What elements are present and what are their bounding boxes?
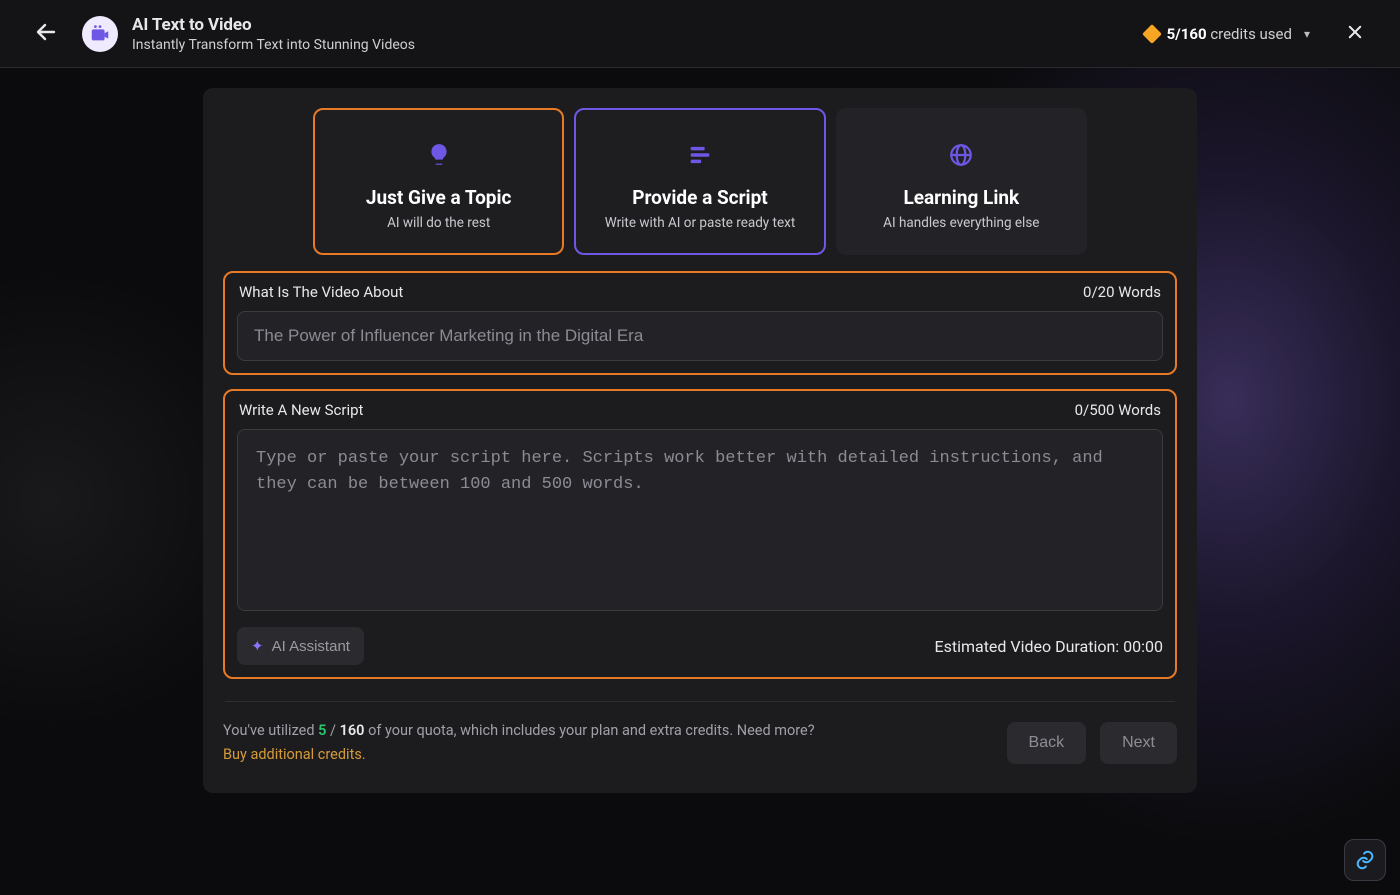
chevron-down-icon: ▾: [1304, 27, 1310, 41]
mode-card-topic[interactable]: Just Give a Topic AI will do the rest: [313, 108, 564, 255]
app-icon: [82, 16, 118, 52]
page-subtitle: Instantly Transform Text into Stunning V…: [132, 37, 415, 53]
quota-text: You've utilized 5 / 160 of your quota, w…: [223, 720, 815, 767]
mode-card-script[interactable]: Provide a Script Write with AI or paste …: [574, 108, 825, 255]
mode-sub: Write with AI or paste ready text: [594, 215, 805, 231]
mode-title: Learning Link: [856, 186, 1067, 209]
back-button[interactable]: Back: [1007, 722, 1087, 764]
divider: [225, 701, 1175, 702]
buy-credits-link[interactable]: Buy additional credits.: [223, 744, 815, 766]
ai-assistant-label: AI Assistant: [272, 638, 350, 655]
lightbulb-icon: [333, 138, 544, 172]
floating-link-badge[interactable]: [1344, 839, 1386, 881]
mode-selector: Just Give a Topic AI will do the rest Pr…: [223, 108, 1177, 255]
link-icon: [1354, 849, 1376, 871]
diamond-icon: [1142, 24, 1162, 44]
close-icon: [1346, 23, 1364, 41]
script-word-counter: 0/500 Words: [1075, 401, 1161, 419]
topic-field-block: What Is The Video About 0/20 Words: [223, 271, 1177, 375]
panel-footer: You've utilized 5 / 160 of your quota, w…: [223, 720, 1177, 767]
topic-word-counter: 0/20 Words: [1083, 283, 1161, 301]
sparkle-icon: ✦: [251, 637, 264, 655]
topbar: AI Text to Video Instantly Transform Tex…: [0, 0, 1400, 68]
script-textarea[interactable]: [237, 429, 1163, 611]
globe-icon: [856, 138, 1067, 172]
script-lines-icon: [594, 138, 805, 172]
topic-label: What Is The Video About: [239, 283, 403, 301]
mode-sub: AI handles everything else: [856, 215, 1067, 231]
credits-label: credits used: [1210, 25, 1292, 43]
ai-assistant-button[interactable]: ✦ AI Assistant: [237, 627, 364, 665]
mode-title: Provide a Script: [594, 186, 805, 209]
back-arrow-button[interactable]: [28, 14, 64, 53]
page-title: AI Text to Video: [132, 15, 415, 35]
arrow-left-icon: [34, 20, 58, 44]
topic-input[interactable]: [237, 311, 1163, 361]
main-panel: Just Give a Topic AI will do the rest Pr…: [203, 88, 1197, 793]
mode-sub: AI will do the rest: [333, 215, 544, 231]
script-label: Write A New Script: [239, 401, 363, 419]
estimated-duration: Estimated Video Duration: 00:00: [934, 637, 1163, 656]
credits-used-value: 5/160: [1167, 25, 1207, 43]
mode-title: Just Give a Topic: [333, 186, 544, 209]
mode-card-link[interactable]: Learning Link AI handles everything else: [836, 108, 1087, 255]
script-field-block: Write A New Script 0/500 Words ✦ AI Assi…: [223, 389, 1177, 679]
next-button[interactable]: Next: [1100, 722, 1177, 764]
credits-dropdown[interactable]: 5/160 credits used ▾: [1145, 25, 1310, 43]
close-button[interactable]: [1338, 17, 1372, 51]
